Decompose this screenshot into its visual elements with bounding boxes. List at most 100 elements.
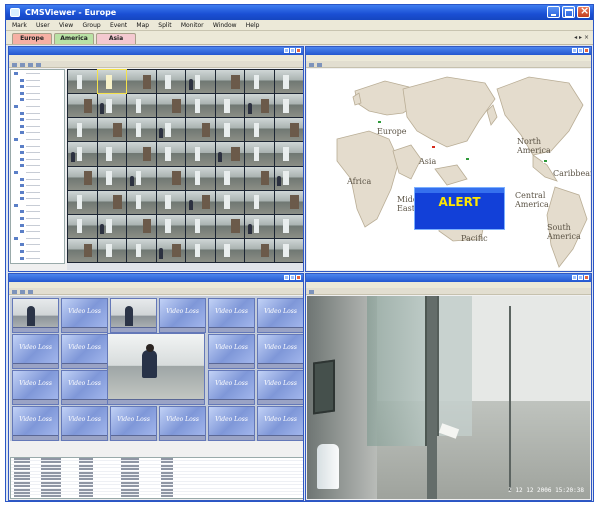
site-marker-icon[interactable] [377, 120, 382, 124]
toolbar-button-icon[interactable] [20, 63, 25, 67]
camera-tile[interactable] [274, 94, 303, 118]
video-loss-tile[interactable]: Video Loss [159, 298, 206, 333]
camera-tile[interactable] [127, 118, 156, 142]
pane-close-icon[interactable] [296, 48, 301, 53]
camera-tile[interactable] [274, 214, 303, 238]
live-camera-feed[interactable]: 2 12 12 2006 15:20:38 [307, 296, 590, 499]
camera-tile[interactable] [274, 166, 303, 190]
camera-tile[interactable] [274, 238, 303, 262]
camera-tile[interactable] [97, 214, 126, 238]
tree-node[interactable] [11, 149, 64, 156]
video-loss-tile[interactable]: Video Loss [208, 334, 255, 369]
tree-node[interactable] [11, 228, 64, 235]
toolbar-button-icon[interactable] [12, 290, 17, 294]
device-tree[interactable] [10, 69, 65, 264]
close-button[interactable] [577, 4, 590, 18]
camera-tile[interactable] [215, 70, 244, 94]
camera-tile[interactable] [245, 166, 274, 190]
video-loss-tile[interactable]: Video Loss [257, 370, 303, 405]
camera-tile[interactable] [127, 70, 156, 94]
camera-tile[interactable] [156, 70, 185, 94]
pane-close-icon[interactable] [584, 275, 589, 280]
pane-title-bar[interactable] [9, 274, 303, 282]
camera-tile[interactable] [96, 68, 127, 95]
camera-tile[interactable] [215, 214, 244, 238]
toolbar-button-icon[interactable] [309, 63, 314, 67]
menu-view[interactable]: View [59, 22, 73, 29]
camera-tile[interactable] [110, 298, 157, 333]
pane-close-icon[interactable] [584, 48, 589, 53]
camera-tile[interactable] [97, 238, 126, 262]
tree-node[interactable] [11, 222, 64, 229]
camera-tile[interactable] [68, 166, 97, 190]
menu-map[interactable]: Map [136, 22, 149, 29]
camera-tile[interactable] [127, 238, 156, 262]
tree-node[interactable] [11, 156, 64, 163]
camera-tile[interactable] [274, 190, 303, 214]
camera-tile[interactable] [156, 190, 185, 214]
video-loss-tile[interactable]: Video Loss [208, 298, 255, 333]
toolbar-button-icon[interactable] [28, 63, 33, 67]
video-loss-tile[interactable]: Video Loss [61, 334, 108, 369]
tree-node[interactable] [11, 70, 64, 77]
tree-node[interactable] [11, 116, 64, 123]
video-loss-tile[interactable]: Video Loss [12, 370, 59, 405]
camera-tile[interactable] [127, 94, 156, 118]
maximize-button[interactable] [562, 6, 575, 18]
tree-node[interactable] [11, 96, 64, 103]
camera-tile[interactable] [127, 190, 156, 214]
toolbar-button-icon[interactable] [317, 63, 322, 67]
title-bar[interactable]: CMSViewer - Europe [6, 4, 593, 20]
table-row[interactable] [11, 495, 303, 498]
tree-node[interactable] [11, 129, 64, 136]
camera-tile[interactable] [274, 118, 303, 142]
pane-minimize-icon[interactable] [284, 275, 289, 280]
pane-minimize-icon[interactable] [284, 48, 289, 53]
pane-maximize-icon[interactable] [578, 48, 583, 53]
camera-tile[interactable] [274, 70, 303, 94]
tree-node[interactable] [11, 169, 64, 176]
camera-tile[interactable] [186, 118, 215, 142]
camera-tile[interactable] [245, 70, 274, 94]
camera-tile[interactable] [68, 142, 97, 166]
camera-tile[interactable] [186, 70, 215, 94]
menu-user[interactable]: User [36, 22, 50, 29]
camera-tile[interactable] [274, 142, 303, 166]
camera-tile[interactable] [68, 94, 97, 118]
site-marker-icon[interactable] [543, 159, 548, 163]
tree-node[interactable] [11, 208, 64, 215]
tree-node[interactable] [11, 182, 64, 189]
menu-split[interactable]: Split [158, 22, 171, 29]
camera-tile[interactable] [68, 190, 97, 214]
tree-node[interactable] [11, 83, 64, 90]
video-loss-tile[interactable]: Video Loss [61, 370, 108, 405]
video-loss-tile[interactable]: Video Loss [61, 406, 108, 441]
tree-node[interactable] [11, 195, 64, 202]
video-loss-tile[interactable]: Video Loss [208, 370, 255, 405]
video-loss-tile[interactable]: Video Loss [12, 406, 59, 441]
menu-mark[interactable]: Mark [12, 22, 27, 29]
tree-node[interactable] [11, 123, 64, 130]
menu-monitor[interactable]: Monitor [181, 22, 204, 29]
camera-tile[interactable] [245, 238, 274, 262]
toolbar-button-icon[interactable] [12, 63, 17, 67]
camera-tile[interactable] [127, 166, 156, 190]
pane-maximize-icon[interactable] [290, 48, 295, 53]
video-loss-tile[interactable]: Video Loss [257, 334, 303, 369]
tree-node[interactable] [11, 77, 64, 84]
video-loss-tile[interactable]: Video Loss [110, 406, 157, 441]
pane-minimize-icon[interactable] [572, 275, 577, 280]
camera-tile[interactable] [186, 190, 215, 214]
tree-node[interactable] [11, 136, 64, 143]
camera-tile[interactable] [215, 166, 244, 190]
site-marker-icon[interactable] [465, 157, 470, 161]
tree-node[interactable] [11, 189, 64, 196]
camera-tile[interactable] [215, 94, 244, 118]
menu-help[interactable]: Help [246, 22, 260, 29]
pane-title-bar[interactable] [9, 47, 303, 55]
tree-node[interactable] [11, 215, 64, 222]
camera-tile[interactable] [156, 118, 185, 142]
menu-window[interactable]: Window [213, 22, 237, 29]
tree-node[interactable] [11, 241, 64, 248]
tree-node[interactable] [11, 235, 64, 242]
